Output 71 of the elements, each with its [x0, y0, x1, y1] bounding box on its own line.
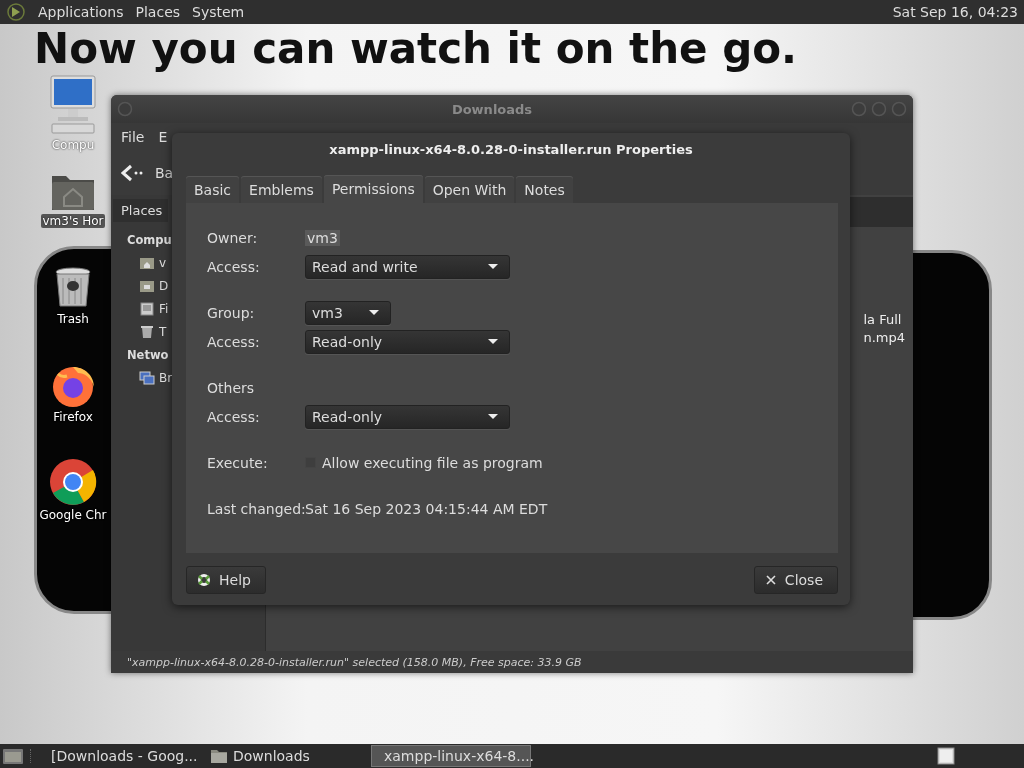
- checkbox[interactable]: Allow executing file as program: [305, 454, 543, 471]
- field-value: vm3: [305, 229, 340, 246]
- tab[interactable]: Basic: [186, 176, 240, 203]
- sidebar-item[interactable]: T: [139, 322, 167, 341]
- panel-menu[interactable]: Places: [135, 4, 181, 20]
- tab[interactable]: Notes: [516, 176, 573, 203]
- caret-icon: [368, 308, 380, 317]
- dropdown[interactable]: Read and write: [305, 254, 510, 279]
- caret-icon: [487, 412, 499, 421]
- caret-icon: [487, 262, 499, 271]
- workspace-icon[interactable]: [936, 747, 956, 765]
- folder-icon: [211, 749, 227, 763]
- panel-menu[interactable]: System: [192, 4, 245, 20]
- back-button-label[interactable]: Ba: [155, 165, 174, 181]
- desktop-icon-label[interactable]: vm3's Hor: [41, 214, 105, 228]
- window-button-icon[interactable]: [851, 101, 867, 117]
- status-bar: "xampp-linux-x64-8.0.28-0-installer.run" selected (158.0 MB), Free space: 33.9 GB: [111, 651, 913, 673]
- wallpaper-headline: Now you can watch it on the go.: [34, 28, 797, 70]
- tab[interactable]: Permissions: [323, 175, 423, 203]
- close-icon: [764, 574, 777, 586]
- logo-icon: [6, 2, 26, 22]
- desktop-icon-label[interactable]: Google Chr: [38, 508, 108, 522]
- show-desktop-icon[interactable]: [2, 746, 24, 766]
- sidebar-heading: Compu: [127, 231, 172, 249]
- chrome-icon: [49, 458, 97, 506]
- sidebar-heading: Netwo: [127, 346, 169, 364]
- field-value: Sat 16 Sep 2023 04:15:44 AM EDT: [305, 500, 548, 517]
- lifebuoy-icon: [197, 573, 211, 587]
- trash-icon: [53, 266, 93, 310]
- window-button-icon[interactable]: [871, 101, 887, 117]
- computer-icon: [48, 74, 98, 136]
- desktop-icon-label[interactable]: Firefox: [52, 410, 94, 424]
- taskbar-button[interactable]: [Downloads - Goog...: [39, 745, 199, 767]
- field-label: Group:: [207, 304, 256, 321]
- window-button-icon[interactable]: [891, 101, 907, 117]
- desktop-icon-label[interactable]: Trash: [56, 312, 90, 326]
- window-button-icon[interactable]: [117, 101, 133, 117]
- field-label: Execute:: [207, 454, 269, 471]
- field-label: Access:: [207, 258, 261, 275]
- menu-item[interactable]: E: [158, 129, 168, 145]
- sidebar-item[interactable]: Fi: [139, 299, 169, 318]
- panel-menu[interactable]: Applications: [38, 4, 124, 20]
- taskbar-button[interactable]: xampp-linux-x64-8....: [371, 745, 531, 767]
- field-label: Access:: [207, 408, 261, 425]
- tab[interactable]: Open With: [424, 176, 515, 203]
- drive-icon: [139, 300, 155, 317]
- window-title: Downloads: [450, 101, 534, 117]
- desktop-icon-label[interactable]: Compu: [50, 138, 96, 152]
- trash-icon: [139, 323, 155, 340]
- back-arrow-icon[interactable]: [121, 164, 143, 182]
- field-label: Last changed:: [207, 500, 305, 517]
- field-label: Access:: [207, 333, 261, 350]
- field-label: Owner:: [207, 229, 259, 246]
- dropdown[interactable]: Read-only: [305, 404, 510, 429]
- sidebar-item[interactable]: v: [139, 253, 167, 272]
- network-icon: [139, 369, 155, 386]
- help-button[interactable]: Help: [186, 566, 266, 594]
- dropdown[interactable]: Read-only: [305, 329, 510, 354]
- close-button[interactable]: Close: [753, 566, 838, 594]
- caret-icon: [487, 337, 499, 346]
- menu-item[interactable]: File: [121, 129, 145, 145]
- file-name[interactable]: la Full n.mp4: [863, 311, 905, 651]
- clock[interactable]: Sat Sep 16, 04:23: [892, 4, 1018, 20]
- sidebar-item[interactable]: D: [139, 276, 169, 295]
- sidebar-item[interactable]: Br: [139, 368, 173, 387]
- dropdown[interactable]: vm3: [305, 300, 391, 325]
- dialog-title: xampp-linux-x64-8.0.28-0-installer.run Properties: [328, 140, 694, 159]
- tab[interactable]: Emblems: [241, 176, 322, 203]
- section-heading: Others: [207, 379, 256, 396]
- taskbar-button[interactable]: Downloads: [205, 745, 365, 767]
- sidebar-tab[interactable]: Places: [113, 199, 169, 222]
